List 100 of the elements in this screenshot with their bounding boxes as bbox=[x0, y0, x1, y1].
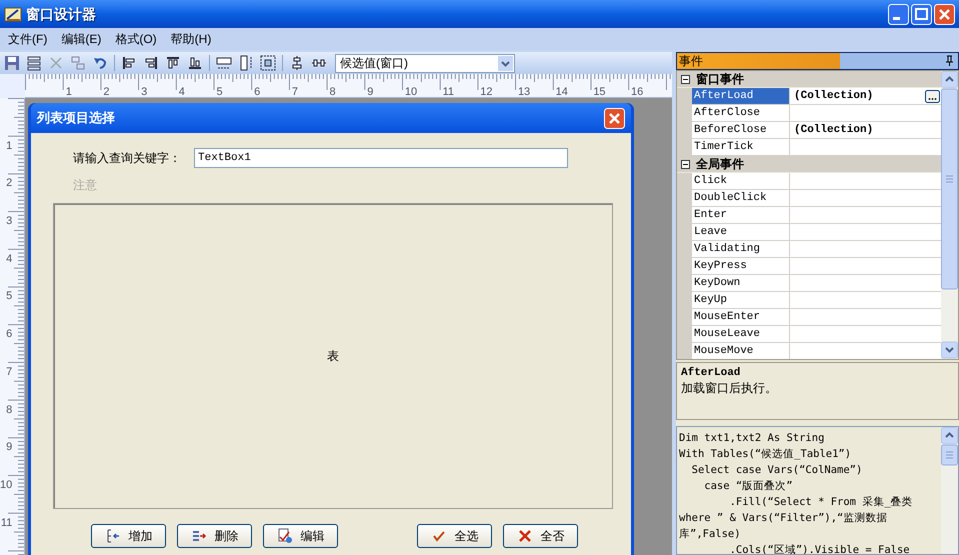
value-cell[interactable] bbox=[790, 190, 941, 207]
vertical-scrollbar[interactable] bbox=[941, 427, 958, 554]
ruler-number: 15 bbox=[593, 86, 606, 98]
code-line: Dim txt1,txt2 As String bbox=[679, 431, 826, 446]
dialog-button[interactable]: 删除 bbox=[177, 524, 252, 548]
category-row[interactable]: 窗口事件 bbox=[677, 71, 941, 88]
panel-title: 事件 bbox=[678, 53, 704, 70]
menu-item[interactable]: 格式(O) bbox=[109, 30, 163, 48]
event-name[interactable]: Validating bbox=[692, 241, 790, 258]
value-cell[interactable] bbox=[790, 105, 941, 122]
event-name[interactable]: KeyDown bbox=[692, 275, 790, 292]
ruler-number: 2 bbox=[6, 178, 12, 192]
minimize-button[interactable] bbox=[888, 4, 909, 24]
ruler-number: 11 bbox=[0, 518, 12, 531]
same-width-icon[interactable] bbox=[216, 55, 232, 71]
value-cell[interactable] bbox=[790, 241, 941, 258]
align-top-icon[interactable] bbox=[165, 55, 181, 71]
align-left-icon[interactable] bbox=[121, 55, 137, 71]
code-line: where ” & Vars(“Filter”),“监测数据 bbox=[679, 511, 888, 526]
value-cell[interactable] bbox=[790, 258, 941, 275]
event-name[interactable]: AfterLoad bbox=[692, 88, 790, 105]
table-label: 表 bbox=[327, 348, 339, 365]
code-line: Select case Vars(“ColName”) bbox=[690, 463, 864, 478]
collapse-icon[interactable] bbox=[681, 74, 690, 84]
ellipsis-button[interactable] bbox=[925, 90, 940, 102]
undo-icon[interactable] bbox=[92, 55, 108, 71]
menu-item[interactable]: 文件(F) bbox=[2, 30, 54, 48]
event-name[interactable]: MouseLeave bbox=[692, 326, 790, 343]
ruler-number: 5 bbox=[216, 86, 223, 98]
ruler-number: 8 bbox=[330, 86, 336, 98]
event-name[interactable]: Enter bbox=[692, 207, 790, 224]
same-size-icon[interactable] bbox=[260, 55, 276, 71]
event-name[interactable]: MouseMove bbox=[692, 343, 790, 359]
value-cell[interactable] bbox=[790, 309, 941, 326]
dialog-button[interactable]: 增加 bbox=[91, 524, 166, 548]
cross-icon bbox=[516, 528, 532, 544]
value-cell[interactable] bbox=[790, 207, 941, 224]
code-line: 库”,False) bbox=[679, 527, 742, 542]
ruler-number: 16 bbox=[631, 86, 644, 98]
vertical-scrollbar[interactable] bbox=[941, 71, 958, 359]
category-row[interactable]: 全局事件 bbox=[677, 156, 941, 173]
ruler-number: 7 bbox=[6, 366, 12, 380]
event-name[interactable]: MouseEnter bbox=[692, 309, 790, 326]
same-height-icon[interactable] bbox=[238, 55, 254, 71]
event-name[interactable]: BeforeClose bbox=[692, 122, 790, 139]
event-name[interactable]: KeyPress bbox=[692, 258, 790, 275]
ruler-number: 3 bbox=[141, 86, 148, 98]
list-icon[interactable] bbox=[26, 55, 42, 71]
search-field[interactable]: TextBox1 bbox=[194, 148, 568, 168]
dialog-button[interactable]: 全选 bbox=[417, 524, 492, 548]
event-name[interactable]: DoubleClick bbox=[692, 190, 790, 207]
value-cell[interactable] bbox=[790, 224, 941, 241]
code-line: .Fill(“Select * From 采集_叠类 bbox=[728, 495, 914, 510]
ruler-number: 9 bbox=[6, 442, 12, 456]
save-icon[interactable] bbox=[4, 55, 20, 71]
pin-icon[interactable] bbox=[944, 55, 954, 67]
ruler-number: 10 bbox=[0, 480, 12, 493]
window-title: 窗口设计器 bbox=[26, 4, 96, 24]
dialog-button[interactable]: 编辑 bbox=[263, 524, 338, 548]
align-bottom-icon[interactable] bbox=[187, 55, 203, 71]
ruler-number: 4 bbox=[6, 254, 12, 267]
ruler-number: 8 bbox=[6, 404, 12, 418]
close-button[interactable] bbox=[604, 108, 625, 128]
value-cell[interactable] bbox=[790, 275, 941, 292]
ruler-number: 4 bbox=[178, 86, 185, 98]
object-dropdown[interactable]: 候选值(窗口) bbox=[335, 54, 515, 72]
event-value: (Collection) bbox=[794, 88, 874, 104]
value-cell[interactable] bbox=[790, 343, 941, 359]
ruler-number: 10 bbox=[404, 86, 418, 98]
collapse-icon[interactable] bbox=[681, 160, 690, 168]
edit-document-icon bbox=[276, 528, 292, 544]
event-value: (Collection) bbox=[794, 122, 874, 138]
value-cell[interactable]: (Collection) bbox=[790, 122, 941, 139]
ruler-number: 7 bbox=[292, 86, 298, 98]
maximize-button[interactable] bbox=[911, 4, 932, 24]
event-name[interactable]: Click bbox=[692, 173, 790, 190]
remove-item-icon bbox=[190, 528, 206, 544]
value-cell[interactable] bbox=[790, 173, 941, 190]
ruler-number: 9 bbox=[367, 86, 374, 98]
align-right-icon[interactable] bbox=[143, 55, 159, 71]
event-name[interactable]: AfterClose bbox=[692, 105, 790, 122]
search-label: 请输入查询关键字： bbox=[72, 150, 182, 167]
ruler-number: 2 bbox=[103, 86, 110, 98]
menu-item[interactable]: 帮助(H) bbox=[164, 30, 218, 48]
dialog-button[interactable]: 全否 bbox=[503, 524, 578, 548]
dialog-title: 列表项目选择 bbox=[37, 109, 116, 128]
close-button[interactable] bbox=[934, 4, 955, 24]
value-cell[interactable] bbox=[790, 326, 941, 343]
copy-icon[interactable] bbox=[70, 55, 86, 71]
ruler-number: 13 bbox=[518, 86, 530, 98]
ruler-number: 5 bbox=[6, 291, 12, 304]
value-cell[interactable] bbox=[790, 292, 941, 309]
event-name[interactable]: TimerTick bbox=[692, 139, 790, 156]
event-name[interactable]: Leave bbox=[692, 224, 790, 241]
value-cell[interactable]: (Collection) bbox=[790, 88, 941, 105]
event-name[interactable]: KeyUp bbox=[692, 292, 790, 309]
ruler-number: 3 bbox=[6, 216, 12, 230]
menu-item[interactable]: 编辑(E) bbox=[55, 30, 108, 48]
value-cell[interactable] bbox=[790, 139, 941, 156]
ruler-number: 14 bbox=[556, 86, 568, 98]
